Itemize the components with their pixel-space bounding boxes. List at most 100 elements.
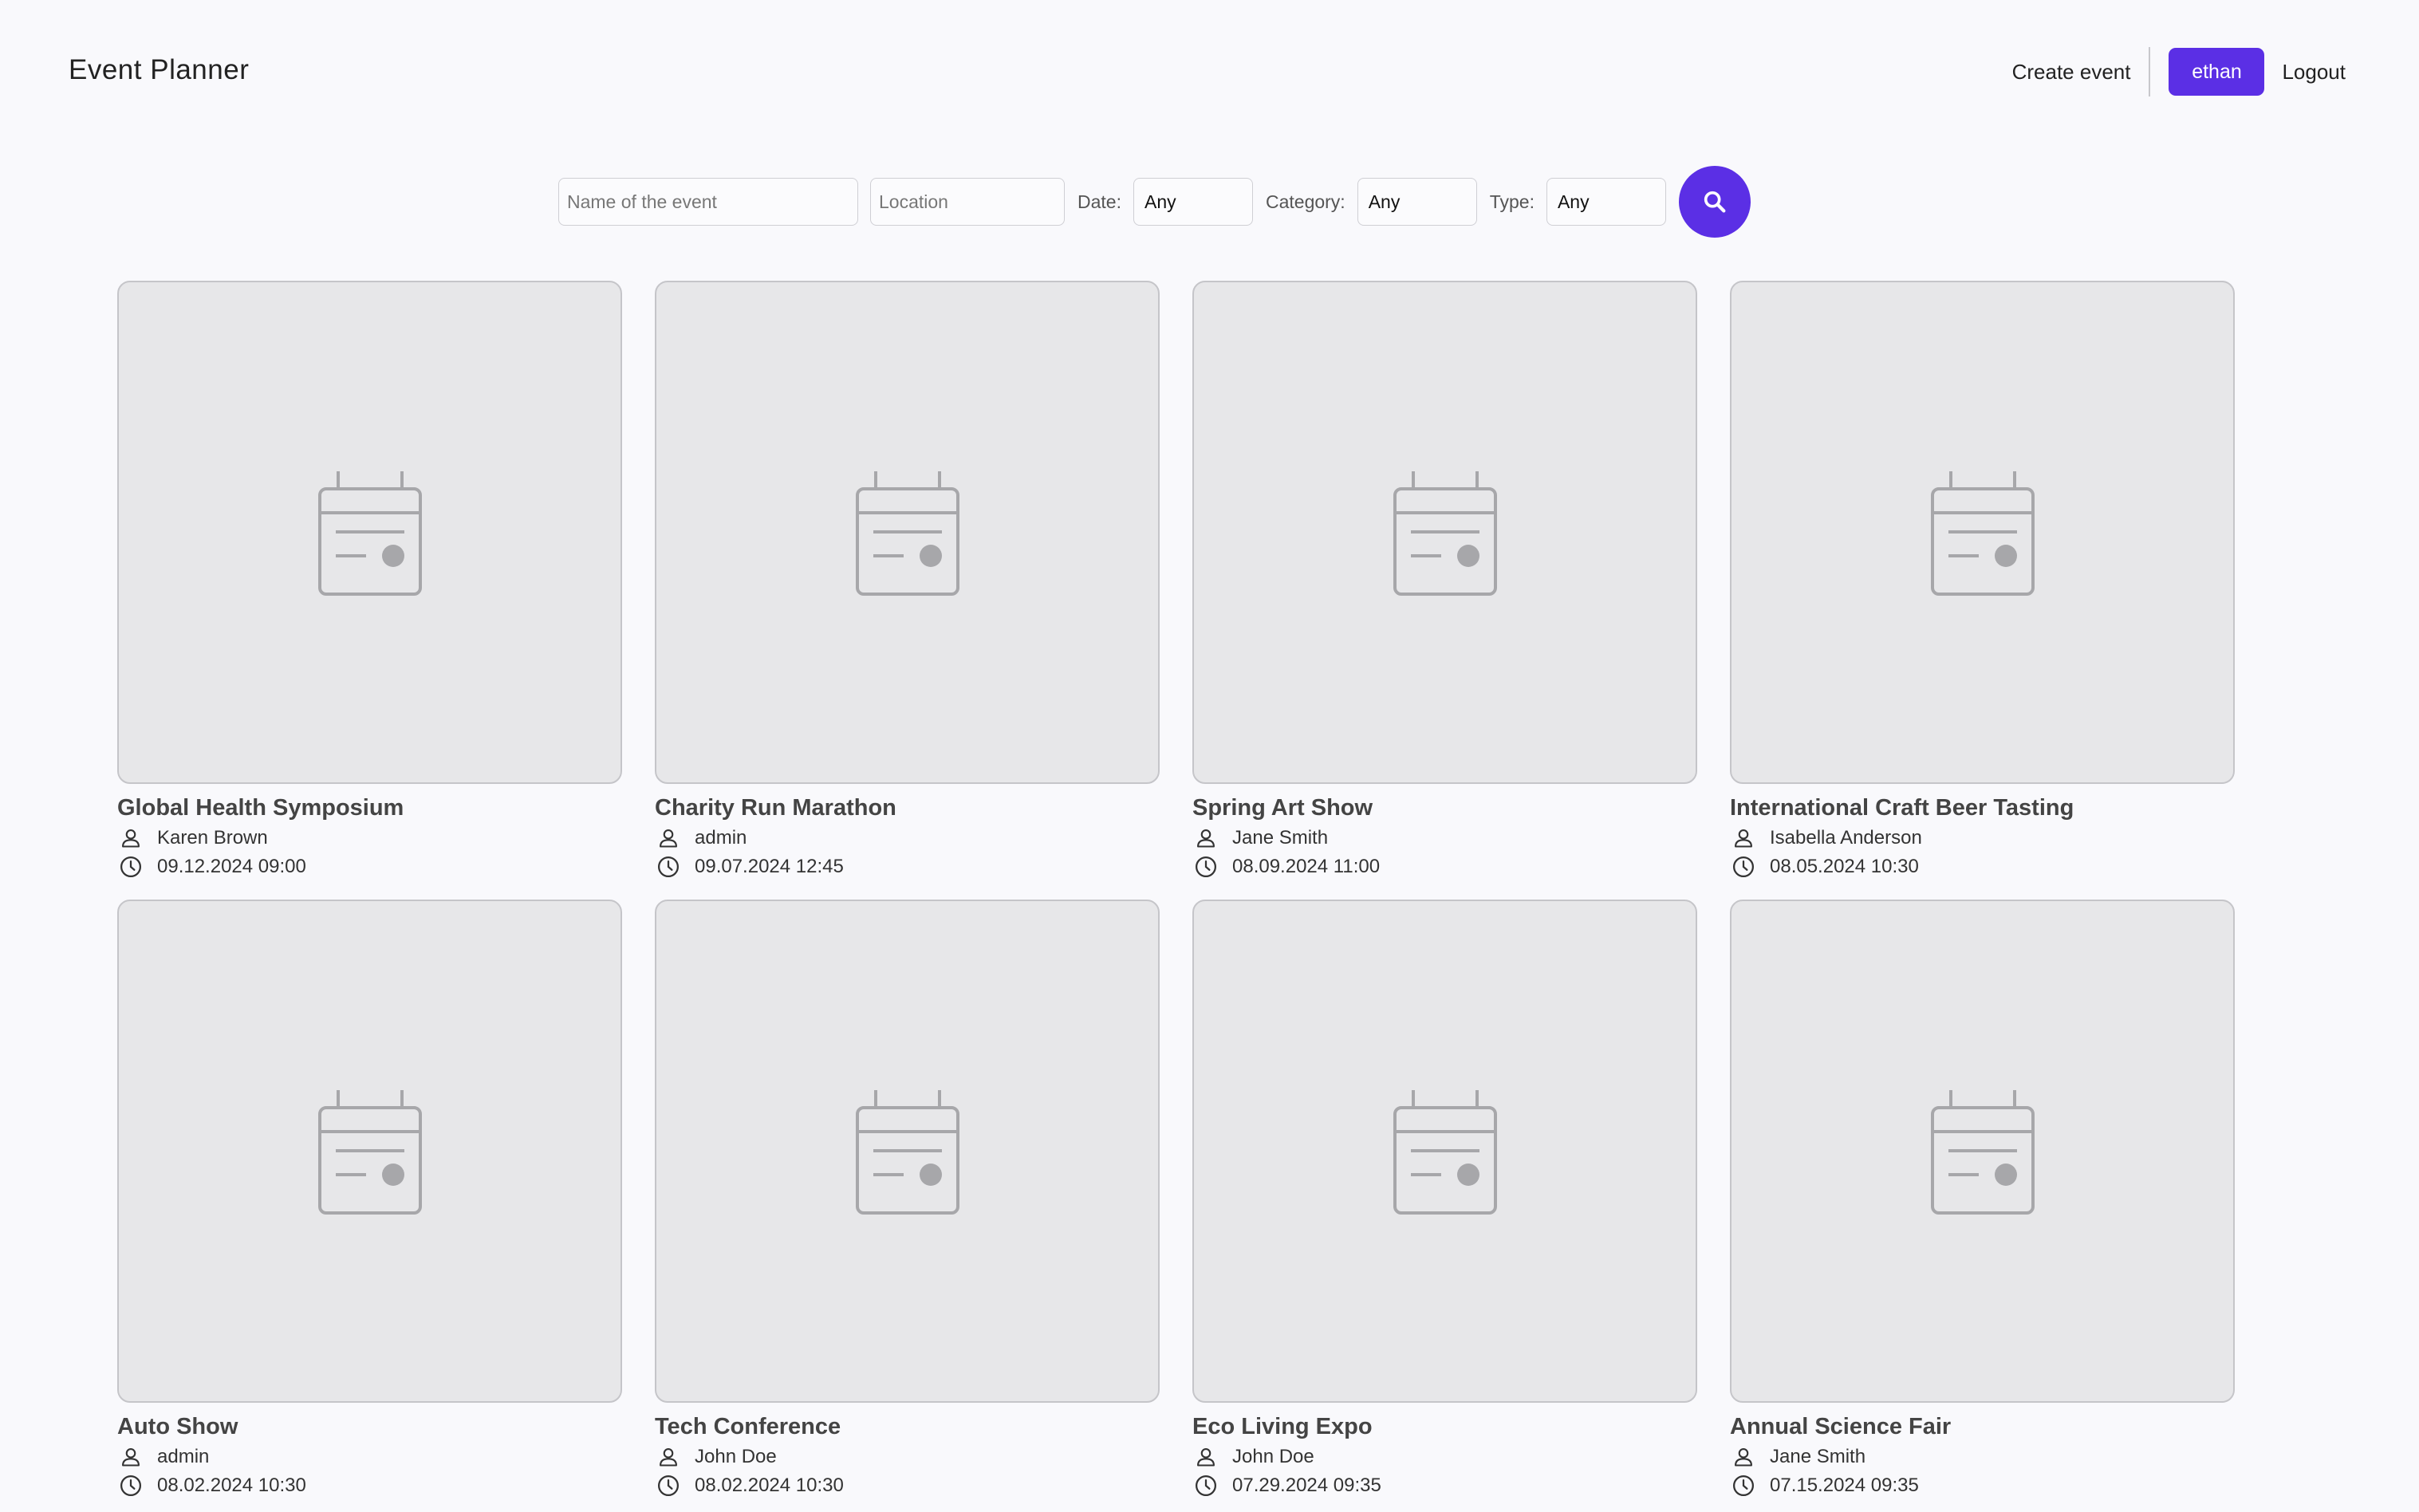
event-card[interactable]: Global Health Symposium Karen Brown 09.1… bbox=[117, 281, 622, 880]
person-icon bbox=[1730, 1443, 1757, 1471]
clock-icon bbox=[117, 853, 144, 880]
event-organizer-row: Isabella Anderson bbox=[1730, 824, 2235, 852]
event-title[interactable]: Global Health Symposium bbox=[117, 795, 622, 824]
date-label: Date: bbox=[1078, 191, 1121, 212]
event-datetime: 08.02.2024 10:30 bbox=[157, 1475, 306, 1496]
event-organizer: John Doe bbox=[695, 1446, 777, 1467]
event-organizer-row: admin bbox=[655, 824, 1160, 852]
event-datetime: 07.29.2024 09:35 bbox=[1232, 1475, 1381, 1496]
date-select[interactable]: Any bbox=[1133, 178, 1253, 226]
event-title[interactable]: Tech Conference bbox=[655, 1414, 1160, 1443]
event-datetime-row: 08.09.2024 11:00 bbox=[1192, 852, 1697, 881]
calendar-icon bbox=[1930, 1089, 2035, 1215]
event-organizer-row: Karen Brown bbox=[117, 824, 622, 852]
calendar-icon bbox=[1393, 1089, 1497, 1215]
event-image-placeholder[interactable] bbox=[655, 281, 1160, 784]
event-image-placeholder[interactable] bbox=[1192, 900, 1697, 1403]
event-card[interactable]: Charity Run Marathon admin 09.07.2024 12… bbox=[655, 281, 1160, 880]
event-organizer-row: Jane Smith bbox=[1730, 1443, 2235, 1471]
event-datetime-row: 07.15.2024 09:35 bbox=[1730, 1471, 2235, 1500]
event-organizer: John Doe bbox=[1232, 1446, 1314, 1467]
event-organizer-row: admin bbox=[117, 1443, 622, 1471]
event-datetime-row: 08.02.2024 10:30 bbox=[117, 1471, 622, 1500]
person-icon bbox=[655, 825, 682, 852]
app-header: Event Planner Create event ethan Logout bbox=[0, 0, 2419, 144]
clock-icon bbox=[117, 1472, 144, 1499]
calendar-icon bbox=[317, 471, 422, 596]
event-title[interactable]: Eco Living Expo bbox=[1192, 1414, 1697, 1443]
event-organizer: Karen Brown bbox=[157, 827, 268, 849]
event-datetime: 09.12.2024 09:00 bbox=[157, 856, 306, 877]
category-label: Category: bbox=[1265, 191, 1345, 212]
event-datetime: 08.05.2024 10:30 bbox=[1770, 856, 1919, 877]
event-datetime-row: 08.02.2024 10:30 bbox=[655, 1471, 1160, 1500]
event-organizer: admin bbox=[695, 827, 747, 849]
clock-icon bbox=[1192, 1472, 1219, 1499]
person-icon bbox=[117, 825, 144, 852]
search-button[interactable] bbox=[1678, 166, 1751, 238]
event-title[interactable]: Spring Art Show bbox=[1192, 795, 1697, 824]
calendar-icon bbox=[1930, 471, 2035, 596]
calendar-icon bbox=[317, 1089, 422, 1215]
event-image-placeholder[interactable] bbox=[117, 900, 622, 1403]
event-title[interactable]: International Craft Beer Tasting bbox=[1730, 795, 2235, 824]
event-card[interactable]: Tech Conference John Doe 08.02.2024 10:3… bbox=[655, 900, 1160, 1499]
person-icon bbox=[1192, 1443, 1219, 1471]
type-select-value: Any bbox=[1557, 191, 1590, 212]
clock-icon bbox=[655, 1472, 682, 1499]
event-datetime: 08.09.2024 11:00 bbox=[1232, 856, 1381, 877]
event-datetime: 08.02.2024 10:30 bbox=[695, 1475, 844, 1496]
event-title[interactable]: Charity Run Marathon bbox=[655, 795, 1160, 824]
event-grid: Global Health Symposium Karen Brown 09.1… bbox=[117, 281, 2235, 1499]
person-icon bbox=[655, 1443, 682, 1471]
person-icon bbox=[1730, 825, 1757, 852]
nav-divider bbox=[2149, 47, 2151, 96]
app-title: Event Planner bbox=[69, 54, 250, 85]
event-image-placeholder[interactable] bbox=[1730, 281, 2235, 784]
event-datetime: 09.07.2024 12:45 bbox=[695, 856, 844, 877]
event-organizer: Jane Smith bbox=[1232, 827, 1329, 849]
calendar-icon bbox=[1393, 471, 1497, 596]
event-datetime-row: 08.05.2024 10:30 bbox=[1730, 852, 2235, 881]
top-nav: Create event ethan Logout bbox=[2012, 46, 2346, 97]
event-organizer: Jane Smith bbox=[1770, 1446, 1866, 1467]
event-datetime-row: 09.07.2024 12:45 bbox=[655, 852, 1160, 881]
event-organizer-row: Jane Smith bbox=[1192, 824, 1697, 852]
type-label: Type: bbox=[1489, 191, 1535, 212]
person-icon bbox=[117, 1443, 144, 1471]
location-input[interactable] bbox=[870, 178, 1065, 226]
event-datetime: 07.15.2024 09:35 bbox=[1770, 1475, 1919, 1496]
event-image-placeholder[interactable] bbox=[655, 900, 1160, 1403]
calendar-icon bbox=[855, 1089, 959, 1215]
event-title[interactable]: Annual Science Fair bbox=[1730, 1414, 2235, 1443]
category-select-value: Any bbox=[1368, 191, 1401, 212]
event-organizer: admin bbox=[157, 1446, 210, 1467]
event-title[interactable]: Auto Show bbox=[117, 1414, 622, 1443]
date-select-value: Any bbox=[1144, 191, 1176, 212]
type-select[interactable]: Any bbox=[1546, 178, 1666, 226]
search-bar: Date: Any Category: Any Type: Any bbox=[558, 166, 1751, 238]
event-card[interactable]: Spring Art Show Jane Smith 08.09.2024 11… bbox=[1192, 281, 1697, 880]
event-card[interactable]: Eco Living Expo John Doe 07.29.2024 09:3… bbox=[1192, 900, 1697, 1499]
event-image-placeholder[interactable] bbox=[1192, 281, 1697, 784]
user-button[interactable]: ethan bbox=[2169, 48, 2265, 96]
event-name-input[interactable] bbox=[558, 178, 858, 226]
event-image-placeholder[interactable] bbox=[1730, 900, 2235, 1403]
event-organizer-row: John Doe bbox=[1192, 1443, 1697, 1471]
category-select[interactable]: Any bbox=[1357, 178, 1477, 226]
clock-icon bbox=[655, 853, 682, 880]
calendar-icon bbox=[855, 471, 959, 596]
logout-link[interactable]: Logout bbox=[2282, 60, 2346, 85]
clock-icon bbox=[1730, 853, 1757, 880]
event-organizer-row: John Doe bbox=[655, 1443, 1160, 1471]
event-image-placeholder[interactable] bbox=[117, 281, 622, 784]
event-datetime-row: 07.29.2024 09:35 bbox=[1192, 1471, 1697, 1500]
event-datetime-row: 09.12.2024 09:00 bbox=[117, 852, 622, 881]
clock-icon bbox=[1730, 1472, 1757, 1499]
person-icon bbox=[1192, 825, 1219, 852]
event-card[interactable]: International Craft Beer Tasting Isabell… bbox=[1730, 281, 2235, 880]
create-event-link[interactable]: Create event bbox=[2012, 60, 2131, 85]
event-card[interactable]: Annual Science Fair Jane Smith 07.15.202… bbox=[1730, 900, 2235, 1499]
event-card[interactable]: Auto Show admin 08.02.2024 10:30 bbox=[117, 900, 622, 1499]
event-organizer: Isabella Anderson bbox=[1770, 827, 1922, 849]
